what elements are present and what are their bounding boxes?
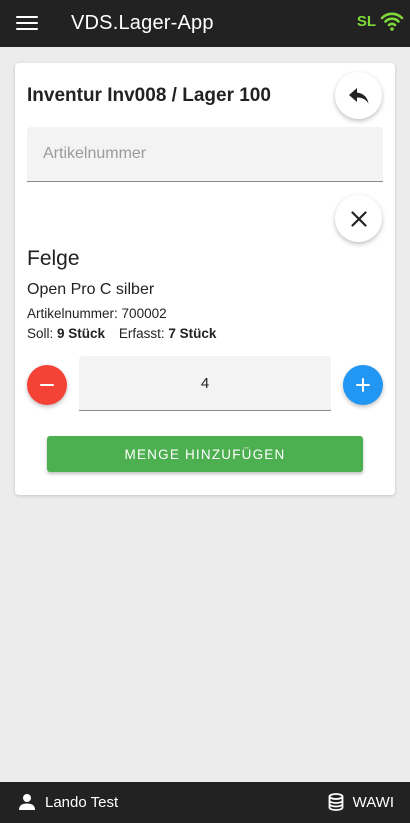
erfasst-value: 7 Stück <box>168 326 217 341</box>
decrease-quantity-button[interactable] <box>27 365 67 405</box>
hamburger-menu-icon[interactable] <box>16 14 38 32</box>
status-code: SL <box>356 12 376 30</box>
article-number-input[interactable] <box>27 127 383 181</box>
close-button[interactable] <box>335 195 382 242</box>
app-bar: VDS.Lager-App SL <box>0 0 410 47</box>
database-info[interactable]: WAWI <box>328 793 394 811</box>
add-quantity-button[interactable]: MENGE HINZUFÜGEN <box>47 436 363 472</box>
person-icon <box>19 794 35 810</box>
quantity-field[interactable] <box>79 356 331 411</box>
connection-status: SL <box>357 10 404 32</box>
bottom-bar: Lando Test WAWI <box>0 782 410 823</box>
page-title: Inventur Inv008 / Lager 100 <box>27 85 271 106</box>
item-number: Artikelnummer: 700002 <box>27 306 167 321</box>
item-number-value: 700002 <box>121 306 167 321</box>
soll-label: Soll: <box>27 326 54 341</box>
plus-icon <box>356 378 370 392</box>
quantity-input[interactable] <box>79 356 331 410</box>
minus-icon <box>40 384 54 386</box>
reply-arrow-icon <box>348 87 368 103</box>
database-name: WAWI <box>352 793 394 811</box>
item-name: Felge <box>27 247 80 270</box>
inventory-card: Inventur Inv008 / Lager 100 Felge Open P… <box>15 63 395 495</box>
database-icon <box>328 793 344 811</box>
soll-value: 9 Stück <box>57 326 106 341</box>
item-number-label: Artikelnummer: <box>27 306 118 321</box>
article-number-field[interactable] <box>27 127 383 182</box>
increase-quantity-button[interactable] <box>343 365 383 405</box>
user-info[interactable]: Lando Test <box>18 793 118 811</box>
user-name: Lando Test <box>45 793 119 811</box>
erfasst-label: Erfasst: <box>118 326 165 341</box>
close-icon <box>350 210 367 227</box>
wifi-icon <box>380 10 404 32</box>
back-button[interactable] <box>335 72 382 119</box>
item-counts: Soll: 9 Stück Erfasst: 7 Stück <box>27 326 216 341</box>
item-description: Open Pro C silber <box>27 281 155 298</box>
app-title: VDS.Lager-App <box>71 12 214 34</box>
